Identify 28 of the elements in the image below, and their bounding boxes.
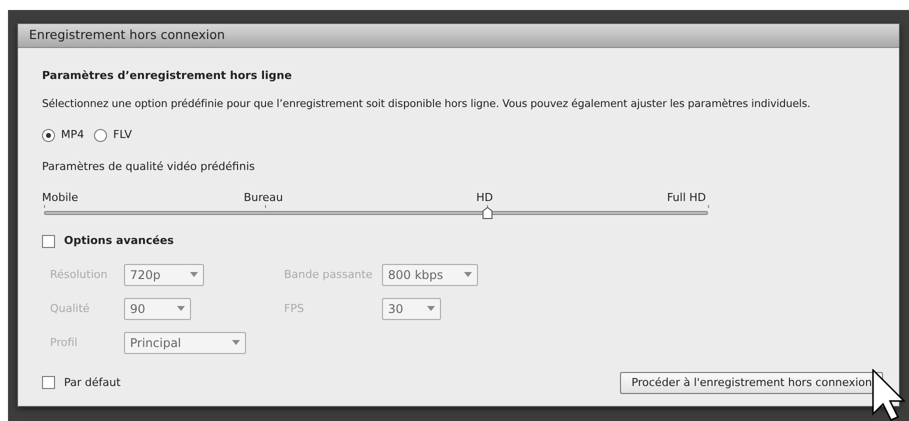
checkbox-label: Par défaut — [64, 374, 121, 391]
slider-stop-label: HD — [476, 190, 494, 206]
field-label: Résolution — [50, 266, 108, 283]
field-label: Profil — [50, 334, 78, 351]
radio-button[interactable] — [42, 129, 55, 142]
slider-stop-label: Bureau — [244, 190, 283, 206]
field-label: Qualité — [50, 300, 91, 317]
section-title: Paramètres d’enregistrement hors ligne — [42, 68, 293, 84]
field-label: Bande passante — [284, 266, 374, 283]
caret-icon — [464, 272, 472, 278]
radio-label: FLV — [113, 127, 132, 144]
window-title: Enregistrement hors connexion — [18, 24, 899, 48]
field-label: FPS — [284, 300, 305, 317]
slider-stop-label: Full HD — [666, 190, 706, 206]
proceed-button[interactable]: Procéder à l'enregistrement hors connexion — [620, 372, 883, 394]
caret-icon — [177, 306, 185, 312]
slider-thumb[interactable] — [482, 207, 493, 220]
slider-label: Paramètres de qualité vidéo prédéfinis — [42, 158, 256, 175]
caret-icon — [427, 306, 435, 312]
mouse-pointer-icon — [872, 369, 906, 421]
caret-icon — [190, 272, 198, 278]
radio-label: MP4 — [61, 127, 84, 144]
description: Sélectionnez une option prédéfinie pour que l’enregistrement soit disponible hors ligne. Vous pouvez également ajuster les paramètres individuels. — [42, 96, 812, 112]
radio-button[interactable] — [94, 129, 108, 142]
slider-stop-label: Mobile — [42, 190, 78, 206]
checkbox[interactable] — [42, 376, 55, 390]
caret-icon — [232, 340, 240, 346]
checkbox-label: Options avancées — [64, 233, 174, 250]
